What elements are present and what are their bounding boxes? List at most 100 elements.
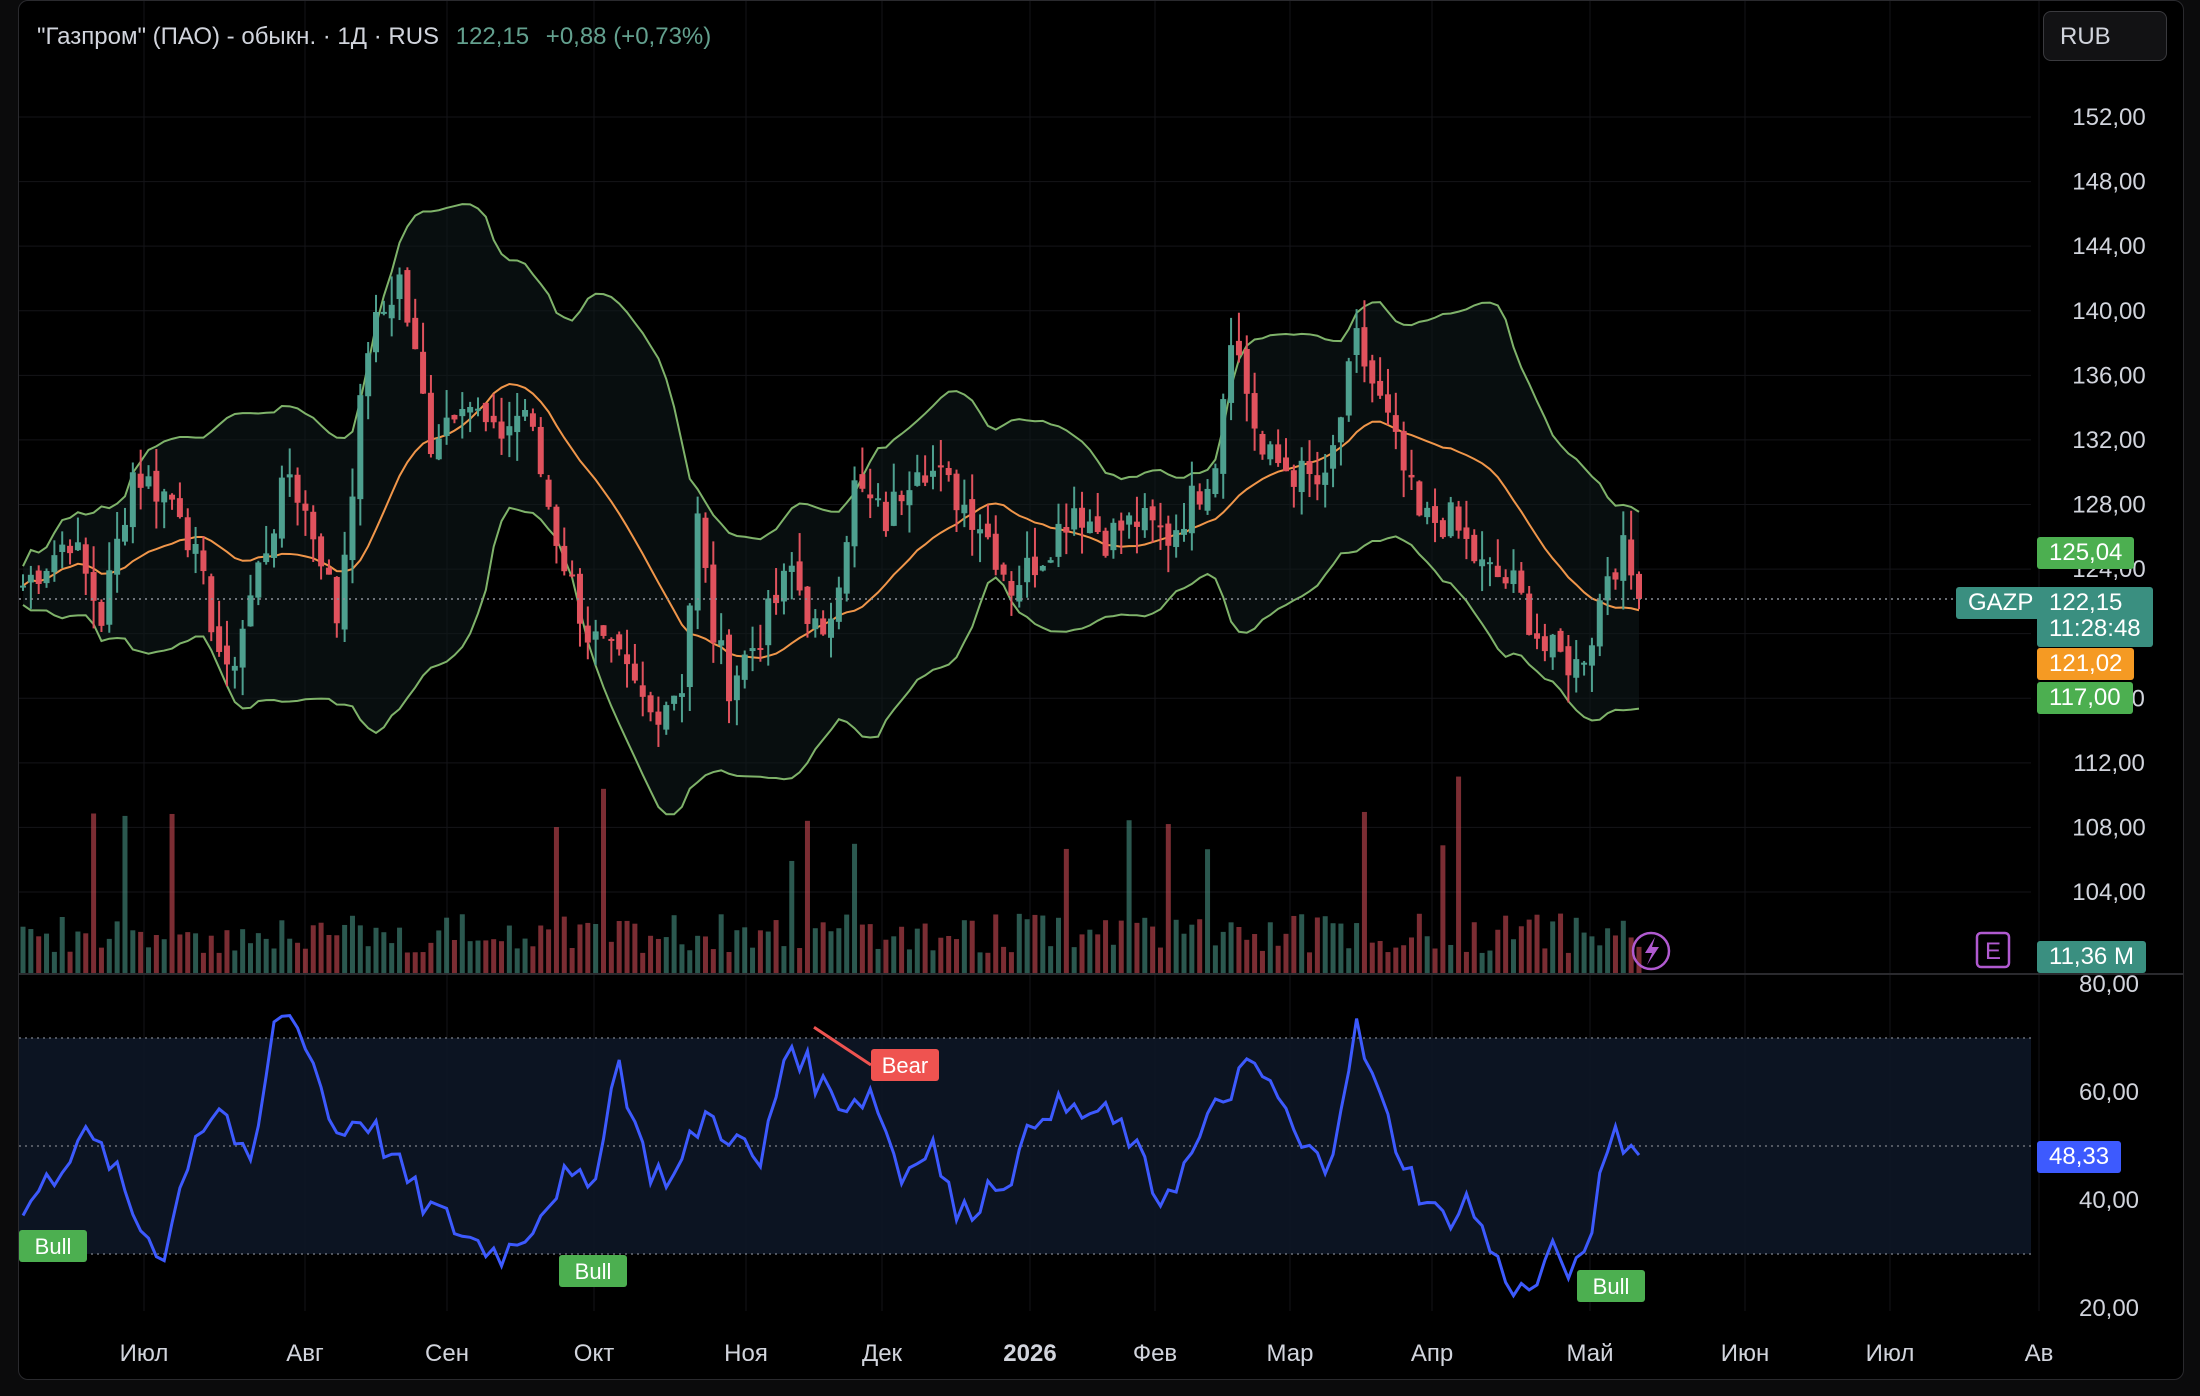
candle-body <box>333 576 340 624</box>
volume-bar <box>1299 914 1305 973</box>
chart-window: Bull Bull Bear Bull 152,00 148,00 144,00 140,0… <box>18 0 2184 1380</box>
candle-body <box>1275 444 1282 464</box>
volume-bar <box>804 820 810 973</box>
volume-bar <box>146 947 152 973</box>
volume-bar <box>412 952 418 973</box>
volume-bar <box>671 915 677 973</box>
candle-body <box>1031 556 1038 576</box>
candle-body <box>812 618 819 630</box>
candle-body <box>169 494 176 500</box>
time-tick-label: Ноя <box>724 1340 768 1367</box>
candle-body <box>490 415 497 423</box>
volume-bar <box>404 952 410 973</box>
volume-bar <box>357 925 363 973</box>
candle-body <box>843 542 850 594</box>
volume-bar <box>1542 948 1548 973</box>
candle-body <box>1149 506 1156 521</box>
volume-bar <box>648 935 654 973</box>
candle-body <box>255 562 262 598</box>
candle-body <box>922 475 929 483</box>
candle-body <box>1573 659 1580 678</box>
volume-bar <box>208 935 214 973</box>
candle-body <box>1094 516 1101 533</box>
candle-body <box>1306 461 1313 475</box>
volume-bar <box>193 933 199 973</box>
currency-button[interactable]: RUB <box>2043 11 2167 61</box>
volume-bar <box>1409 937 1415 973</box>
candle-body <box>357 395 364 500</box>
volume-bar <box>1518 926 1524 973</box>
chart-canvas[interactable]: Bull Bull Bear Bull 152,00 148,00 144,00 140,0… <box>19 1 2183 1379</box>
volume-bar <box>852 843 858 973</box>
candle-body <box>741 654 748 680</box>
candle-body <box>608 638 615 641</box>
candle-body <box>1204 488 1211 511</box>
volume-bar <box>1275 945 1281 973</box>
candle-body <box>820 618 827 635</box>
candle-body <box>1416 481 1423 516</box>
candle-body <box>1353 328 1360 356</box>
volume-bar <box>687 950 693 973</box>
candle-body <box>796 561 803 591</box>
rsi-panel: Bull Bull Bear Bull <box>19 1014 2031 1302</box>
candle-body <box>929 470 936 477</box>
candle-body <box>1369 360 1376 384</box>
time-axis[interactable]: Июл Авг Сен Окт Ноя Дек 2026 Фев Мар Апр Май Июн Июл… <box>120 1340 2054 1367</box>
candle-body <box>1047 560 1054 563</box>
volume-bar <box>1071 947 1077 973</box>
rsi-tick-label: 60,00 <box>2079 1079 2139 1106</box>
candle-body <box>1235 340 1242 356</box>
volume-bar <box>577 924 583 973</box>
symbol-header: "Газпром" (ПАО) - обыкн. · 1Д · RUS 122,… <box>37 23 711 51</box>
volume-bar <box>1291 915 1297 973</box>
volume-bar <box>663 937 669 973</box>
candle-body <box>74 542 81 551</box>
candle-body <box>1133 521 1140 527</box>
volume-bar <box>1165 824 1171 973</box>
volume-bar <box>1016 913 1022 973</box>
volume-bar <box>122 815 128 973</box>
volume-bar <box>891 936 897 973</box>
volume-bar <box>553 827 559 973</box>
volume-bar <box>922 923 928 973</box>
volume-bar <box>1126 820 1132 973</box>
price-tick-label: 148,00 <box>2072 169 2145 196</box>
volume-bar <box>397 927 403 973</box>
volume-bar <box>1024 919 1030 973</box>
candle-body <box>804 586 811 624</box>
candle-body <box>1502 577 1509 584</box>
volume-bar <box>36 936 42 973</box>
candle-body <box>1384 394 1391 413</box>
volume-bar <box>1267 922 1273 973</box>
candle-body <box>1518 570 1525 593</box>
volume-bar <box>1424 936 1430 973</box>
candle-body <box>553 506 560 546</box>
bb-lower-tag: 117,00 <box>2037 682 2133 714</box>
volume-bar <box>1573 917 1579 973</box>
candle-body <box>318 536 325 567</box>
candle-body <box>420 351 427 394</box>
volume-bar <box>1432 948 1438 973</box>
volume-bar <box>1565 952 1571 973</box>
candle-body <box>1463 527 1470 539</box>
volume-bar <box>1448 944 1454 973</box>
volume-bar <box>1181 933 1187 973</box>
volume-bar <box>75 931 81 973</box>
last-price-value: 122,15 <box>2049 589 2123 616</box>
bollinger-bands <box>22 203 1640 816</box>
candle-body <box>443 417 450 437</box>
candle-body <box>1110 522 1117 551</box>
volume-bar <box>389 943 395 973</box>
time-tick-label: 2026 <box>1003 1340 1056 1367</box>
volume-bar <box>1079 934 1085 973</box>
volume-bar <box>381 932 387 973</box>
volume-bar <box>765 931 771 973</box>
volume-bar <box>1385 952 1391 973</box>
candle-body <box>624 654 631 665</box>
candle-body <box>1314 475 1321 485</box>
volume-bar <box>436 930 442 973</box>
candle-body <box>310 511 317 540</box>
candle-body <box>1330 445 1337 469</box>
candle-body <box>749 648 756 652</box>
volume-bar <box>1487 950 1493 973</box>
